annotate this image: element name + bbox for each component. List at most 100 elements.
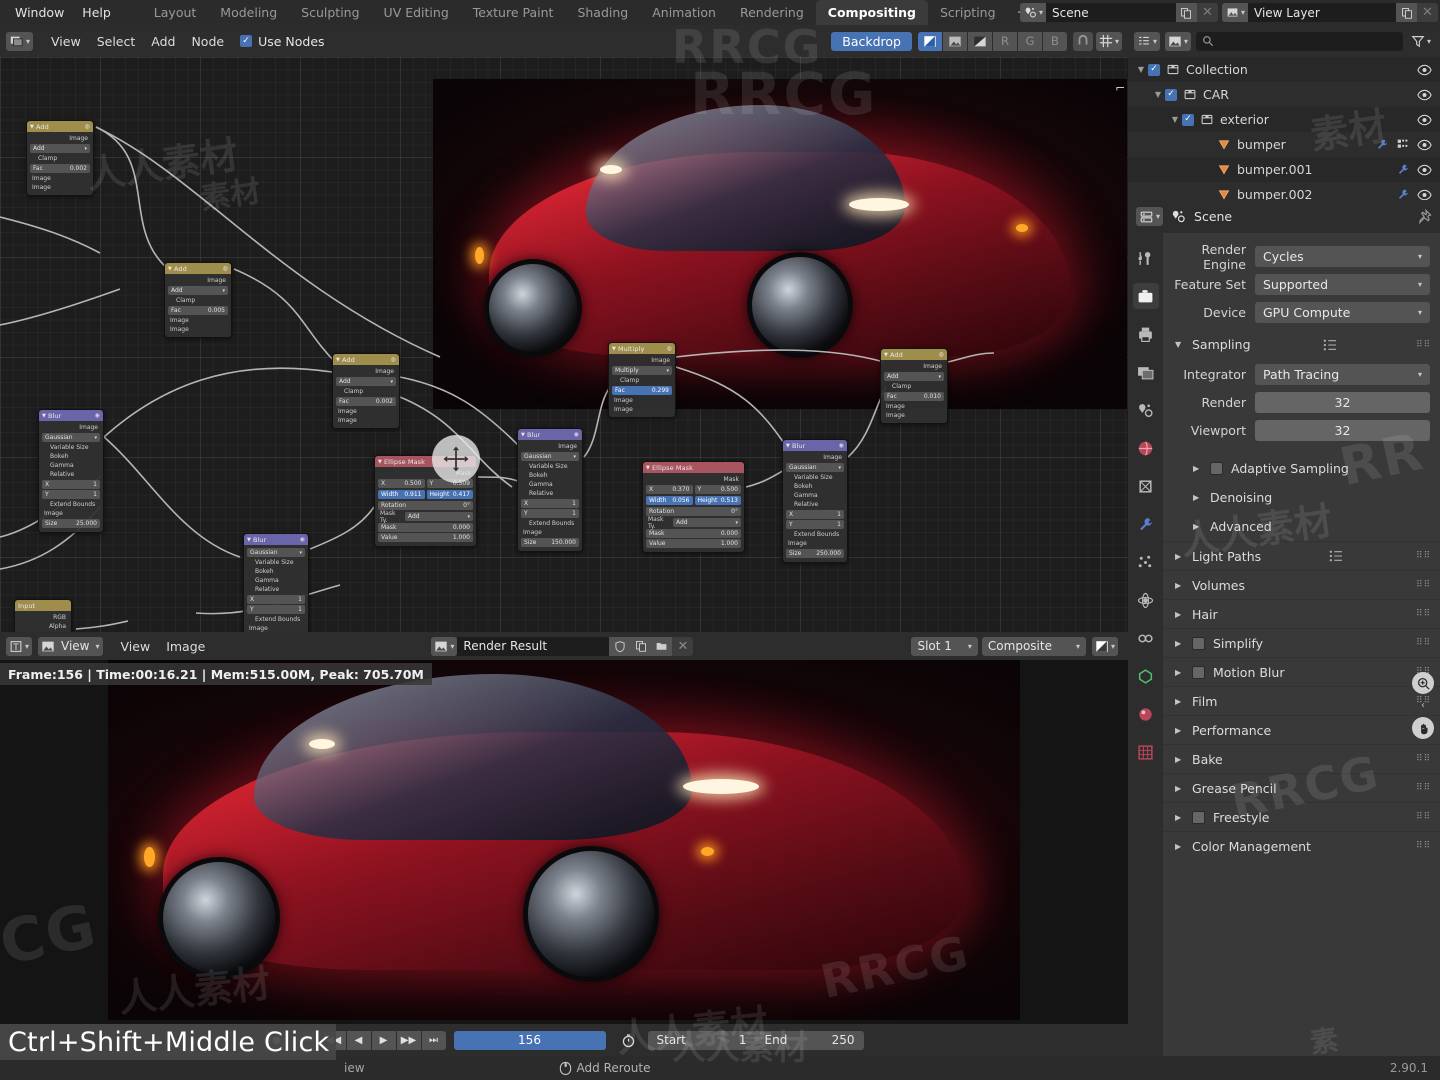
- start-frame-field[interactable]: Start 1: [647, 1030, 756, 1050]
- tab-world[interactable]: [1133, 435, 1159, 461]
- node-input-image-1[interactable]: Image: [336, 416, 396, 425]
- node-blur-4[interactable]: ▼ Blur ◉ Image Gaussian ▾ Variable Size Bokeh Ga…: [782, 439, 848, 563]
- node-options-icon[interactable]: ◍: [939, 351, 944, 358]
- node-size-field[interactable]: Size 250.000: [786, 549, 844, 558]
- wrench-icon[interactable]: [1396, 188, 1410, 200]
- node-input-image-0[interactable]: Image: [521, 528, 579, 537]
- view-layer-copy-button[interactable]: [1396, 3, 1417, 22]
- outliner-row-bumper[interactable]: bumper: [1128, 132, 1440, 157]
- tab-view-layer[interactable]: [1133, 359, 1159, 385]
- disclosure-triangle-icon[interactable]: ▼: [1168, 115, 1182, 124]
- node-blend-mode-dropdown[interactable]: Add ▾: [336, 377, 396, 386]
- panel-light-paths[interactable]: ▶ Light Paths ⠿⠿: [1163, 541, 1440, 570]
- node-blur-1[interactable]: ▼ Blur ◉ Image Gaussian ▾ Variable Size Bokeh Ga…: [38, 409, 104, 533]
- node-options-icon[interactable]: ◉: [839, 442, 844, 449]
- node-clamp-checkbox[interactable]: Clamp: [884, 382, 944, 391]
- node-y-field[interactable]: Y1: [42, 490, 100, 499]
- panel-bake[interactable]: ▶ Bake ⠿⠿: [1163, 744, 1440, 773]
- visibility-eye-icon[interactable]: [1417, 114, 1432, 126]
- node-fac-field[interactable]: Fac 0.005: [168, 306, 228, 315]
- node-mask-width-field[interactable]: Width 0.911: [378, 490, 425, 499]
- outliner-row-checkbox[interactable]: ✓: [1182, 113, 1194, 126]
- visibility-eye-icon[interactable]: [1417, 89, 1432, 101]
- panel-drag-dots[interactable]: ⠿⠿: [1416, 639, 1430, 648]
- node-clamp-checkbox[interactable]: Clamp: [612, 376, 672, 385]
- node-input-image-1[interactable]: Image: [884, 411, 944, 420]
- search-input[interactable]: [1196, 31, 1403, 51]
- node-mask-type-dropdown[interactable]: Add ▾: [405, 512, 473, 521]
- tab-material[interactable]: [1133, 701, 1159, 727]
- menu-node[interactable]: Node: [183, 32, 232, 51]
- node-header[interactable]: ▼ Blur ◉: [518, 429, 582, 440]
- node-input-image-1[interactable]: Image: [168, 325, 228, 334]
- workspace-tab-uv-editing[interactable]: UV Editing: [372, 0, 461, 25]
- move-gizmo[interactable]: [432, 435, 480, 483]
- workspace-tab-scripting[interactable]: Scripting: [928, 0, 1008, 25]
- node-mask-height-field[interactable]: Height 0.513: [694, 496, 741, 505]
- node-options-icon[interactable]: ◍: [667, 345, 672, 352]
- node-collapse-triangle[interactable]: ▼: [884, 352, 888, 358]
- current-frame-field[interactable]: 156: [453, 1030, 606, 1050]
- workspace-tab-compositing[interactable]: Compositing: [815, 0, 928, 25]
- use-nodes-toggle[interactable]: ✓ Use Nodes: [240, 34, 325, 49]
- panel-grease-pencil[interactable]: ▶ Grease Pencil ⠿⠿: [1163, 773, 1440, 802]
- node-mask-x-field[interactable]: X 0.370: [646, 485, 693, 494]
- node-mask-height-field[interactable]: Height 0.417: [426, 490, 473, 499]
- workspace-tab-shading[interactable]: Shading: [565, 0, 640, 25]
- node-blur-2[interactable]: ▼ Blur ◉ Gaussian ▾ Variable Size Bokeh Gamma Re…: [243, 533, 309, 632]
- render-engine-dropdown[interactable]: Cycles ▾: [1255, 246, 1430, 267]
- node-check-relative[interactable]: Relative: [521, 489, 579, 498]
- image-editor-icon[interactable]: T ▾: [6, 636, 33, 656]
- panel-drag-dots[interactable]: ⠿⠿: [1416, 755, 1430, 764]
- node-x-field[interactable]: X1: [42, 480, 100, 489]
- tab-scene[interactable]: [1133, 397, 1159, 423]
- panel-enable-checkbox[interactable]: [1210, 462, 1223, 475]
- outliner-row-bumper-001[interactable]: bumper.001: [1128, 157, 1440, 182]
- node-blur-3[interactable]: ▼ Blur ◉ Image Gaussian ▾ Variable Size Bokeh Ga…: [517, 428, 583, 552]
- node-y-field[interactable]: Y1: [247, 605, 305, 614]
- node-input-image-0[interactable]: Image: [786, 539, 844, 548]
- node-options-icon[interactable]: ◉: [95, 412, 100, 419]
- toggle-channel-r[interactable]: R: [992, 31, 1017, 51]
- panel-hair[interactable]: ▶ Hair ⠿⠿: [1163, 599, 1440, 628]
- node-size-field[interactable]: Size 25.000: [42, 519, 100, 528]
- device-dropdown[interactable]: GPU Compute ▾: [1255, 302, 1430, 323]
- properties-render-panel[interactable]: Render Engine Cycles ▾ Feature Set Suppo…: [1163, 233, 1440, 1056]
- node-x-field[interactable]: X1: [786, 510, 844, 519]
- tab-tool[interactable]: [1133, 245, 1159, 271]
- node-filter-type-dropdown[interactable]: Gaussian ▾: [42, 433, 100, 442]
- image-copy-button[interactable]: [630, 636, 652, 656]
- disclosure-triangle-icon[interactable]: ▼: [1151, 90, 1165, 99]
- wrench-icon[interactable]: [1396, 163, 1410, 176]
- node-output-image[interactable]: Image: [884, 362, 944, 371]
- image-editor-mode-selector[interactable]: View ▾: [38, 636, 103, 656]
- node-fac-field[interactable]: Fac 0.010: [884, 392, 944, 401]
- node-output-image[interactable]: Image: [30, 134, 90, 143]
- node-header[interactable]: Input: [15, 600, 71, 611]
- visibility-eye-icon[interactable]: [1417, 64, 1432, 76]
- workspace-tab-texture-paint[interactable]: Texture Paint: [461, 0, 566, 25]
- panel-enable-checkbox[interactable]: [1192, 665, 1205, 679]
- end-frame-field[interactable]: End 250: [755, 1030, 864, 1050]
- node-input-image-0[interactable]: Image: [336, 407, 396, 416]
- panel-motion-blur[interactable]: ▶Motion Blur⠿⠿: [1163, 657, 1440, 686]
- snap-magnet-icon[interactable]: [1072, 31, 1093, 51]
- image-close-button[interactable]: ✕: [672, 636, 694, 656]
- node-collapse-triangle[interactable]: ▼: [247, 537, 251, 543]
- node-check-gamma[interactable]: Gamma: [247, 576, 305, 585]
- feature-set-dropdown[interactable]: Supported ▾: [1255, 274, 1430, 295]
- node-clamp-checkbox[interactable]: Clamp: [168, 296, 228, 305]
- jump-to-next-keyframe-button[interactable]: ▶▶: [396, 1030, 421, 1050]
- transform-pivot-icon[interactable]: ▾: [1095, 31, 1122, 51]
- outliner-display-mode[interactable]: ▾: [1165, 31, 1192, 51]
- scene-name-field[interactable]: Scene: [1045, 3, 1176, 22]
- filter-funnel-icon[interactable]: ▾: [1408, 32, 1434, 51]
- subpanel-denoising[interactable]: ▶ Denoising: [1163, 483, 1440, 512]
- play-button[interactable]: ▶: [371, 1030, 396, 1050]
- visibility-eye-icon[interactable]: [1417, 189, 1432, 201]
- scene-datablock[interactable]: ▾ Scene ✕: [1019, 3, 1218, 22]
- node-check-bokeh[interactable]: Bokeh: [247, 567, 305, 576]
- node-header[interactable]: ▼ Blur ◉: [244, 534, 308, 545]
- node-check-variable-size[interactable]: Variable Size: [786, 473, 844, 482]
- node-fac-field[interactable]: Fac 0.002: [30, 164, 90, 173]
